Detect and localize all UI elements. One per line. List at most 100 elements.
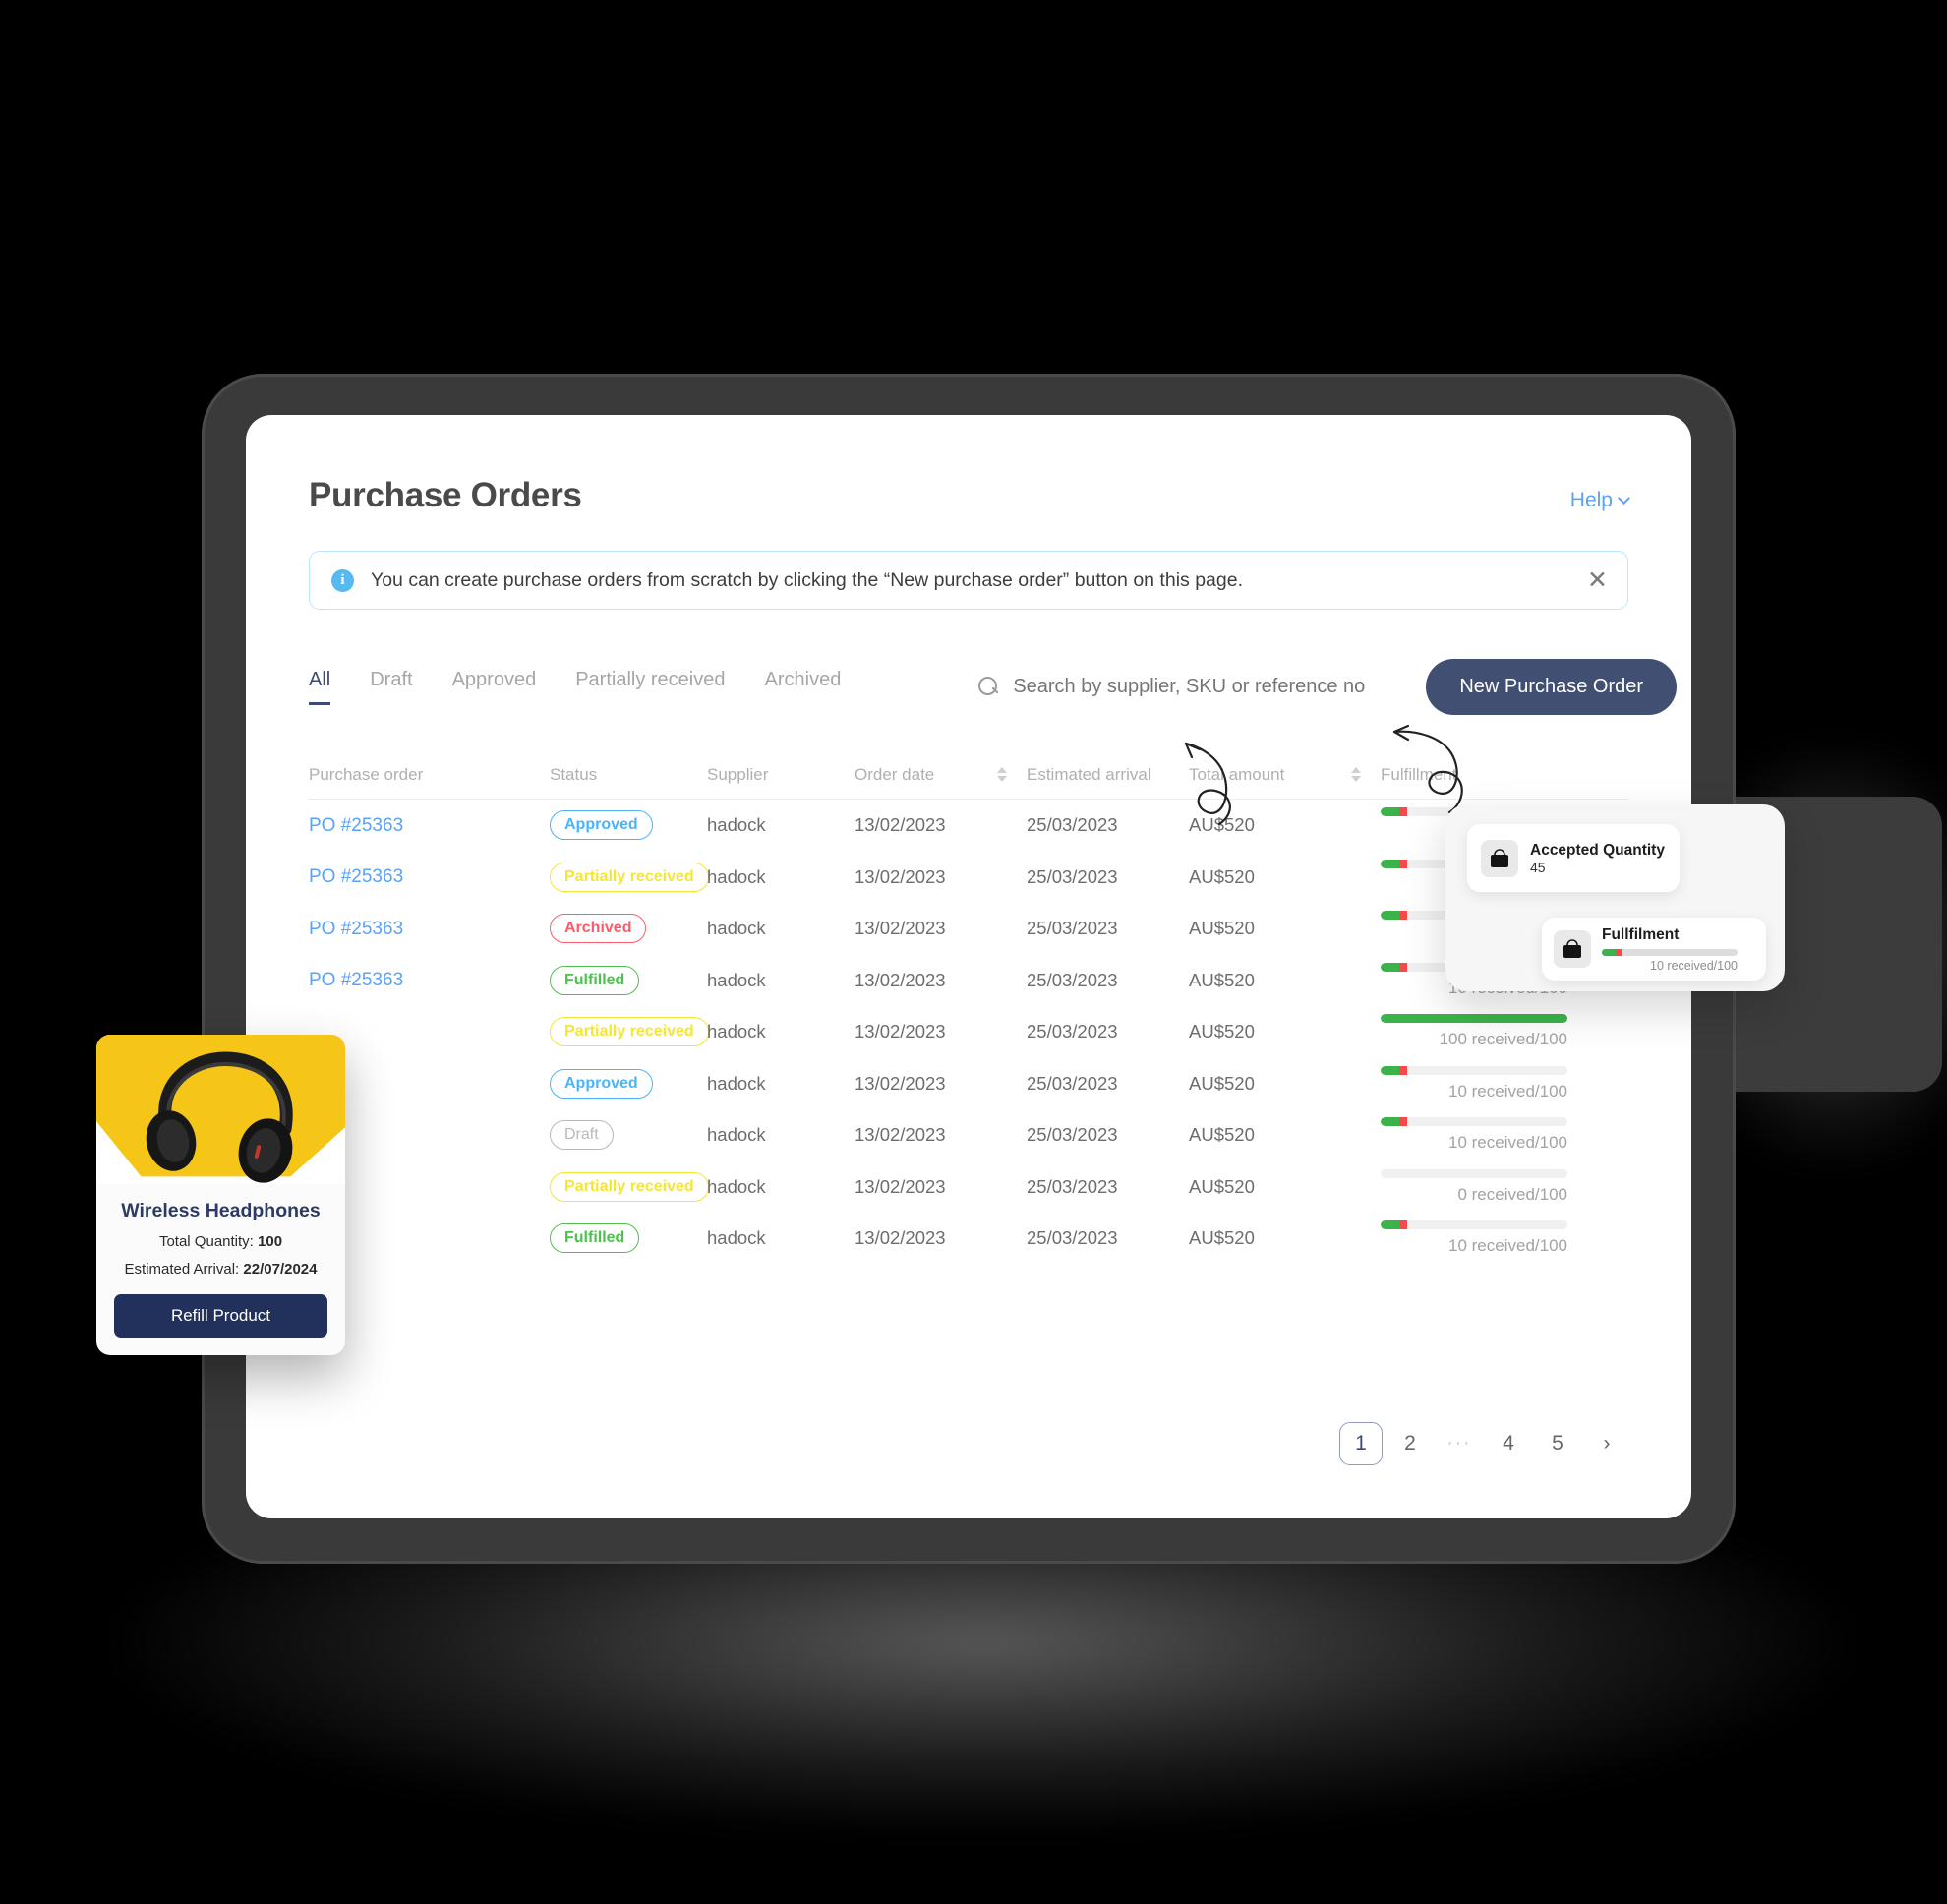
total-amount-cell: AU$520: [1189, 1124, 1255, 1146]
pagination: 1 2 ··· 4 5 ›: [1339, 1422, 1628, 1465]
column-header-estimated-arrival: Estimated arrival: [1027, 764, 1151, 784]
table-header-row: Purchase order Status Supplier Order dat…: [309, 750, 1628, 800]
supplier-cell: hadock: [707, 1227, 766, 1249]
pagination-page-4[interactable]: 4: [1487, 1422, 1530, 1465]
fulfillment-cell: 10 received/100: [1381, 1065, 1567, 1101]
refill-product-button[interactable]: Refill Product: [114, 1294, 327, 1338]
info-banner: i You can create purchase orders from sc…: [309, 551, 1628, 610]
purchase-orders-table: Purchase order Status Supplier Order dat…: [309, 750, 1628, 1265]
fulfillment-progress-bar: [1381, 1220, 1567, 1230]
table-row[interactable]: Fulfilled hadock 13/02/2023 25/03/2023 AU$52…: [309, 1213, 1628, 1265]
info-banner-text: You can create purchase orders from scra…: [371, 568, 1243, 591]
order-date-cell: 13/02/2023: [855, 969, 946, 990]
estimated-arrival-label: Estimated Arrival:: [124, 1261, 240, 1278]
pagination-next-icon[interactable]: ›: [1585, 1422, 1628, 1465]
help-label: Help: [1569, 489, 1613, 511]
order-date-cell: 13/02/2023: [855, 865, 946, 887]
search-box[interactable]: [978, 676, 1427, 698]
pagination-page-5[interactable]: 5: [1536, 1422, 1579, 1465]
sort-total-amount-button[interactable]: [1331, 767, 1381, 782]
estimated-arrival-cell: 25/03/2023: [1027, 814, 1118, 836]
toolbar: All Draft Approved Partially received Archiv…: [309, 659, 1678, 715]
pagination-page-1[interactable]: 1: [1339, 1422, 1383, 1465]
status-badge: Approved: [550, 810, 653, 841]
tab-draft[interactable]: Draft: [370, 669, 412, 702]
status-badge: Partially received: [550, 1171, 709, 1202]
status-badge: Partially received: [550, 1017, 709, 1047]
estimated-arrival-cell: 25/03/2023: [1027, 865, 1118, 887]
column-header-total-amount: Total amount: [1189, 764, 1285, 784]
new-purchase-order-button[interactable]: New Purchase Order: [1426, 659, 1678, 715]
table-row[interactable]: PO #25363 Fulfilled hadock 13/02/2023 25/03/…: [309, 955, 1628, 1007]
accepted-quantity-title: Accepted Quantity: [1530, 841, 1665, 859]
column-header-fulfillment: Fulfillment: [1381, 764, 1457, 784]
column-header-purchase-order: Purchase order: [309, 764, 424, 784]
supplier-cell: hadock: [707, 814, 766, 836]
table-row[interactable]: Partially received hadock 13/02/2023 25/03/…: [309, 1161, 1628, 1214]
sort-arrows-icon: [997, 767, 1007, 782]
order-date-cell: 13/02/2023: [855, 1021, 946, 1042]
purchase-order-link[interactable]: PO #25363: [309, 815, 403, 836]
table-row[interactable]: PO #25363 Approved hadock 13/02/2023 25/03/2…: [309, 800, 1628, 852]
table-row[interactable]: Draft hadock 13/02/2023 25/03/2023 AU$520 10 …: [309, 1109, 1628, 1161]
pagination-page-2[interactable]: 2: [1388, 1422, 1432, 1465]
total-amount-cell: AU$520: [1189, 814, 1255, 836]
supplier-cell: hadock: [707, 865, 766, 887]
close-icon[interactable]: ✕: [1587, 567, 1608, 593]
fulfillment-progress-bar: [1381, 1014, 1567, 1024]
fulfilment-progress-label: 10 received/100: [1650, 958, 1738, 973]
tab-approved[interactable]: Approved: [452, 669, 537, 702]
chevron-down-icon: [1618, 491, 1630, 505]
product-estimated-arrival: Estimated Arrival: 22/07/2024: [114, 1261, 327, 1278]
product-name: Wireless Headphones: [121, 1200, 321, 1221]
column-header-supplier: Supplier: [707, 764, 769, 784]
fulfillment-progress-bar: [1381, 1168, 1567, 1178]
help-link[interactable]: Help: [1569, 489, 1630, 512]
table-body: PO #25363 Approved hadock 13/02/2023 25/03/2…: [309, 800, 1628, 1265]
accepted-quantity-value: 45: [1530, 860, 1546, 876]
fulfillment-progress-bar: [1381, 1117, 1567, 1127]
table-row[interactable]: PO #25363 Partially received hadock 13/02/2…: [309, 852, 1628, 904]
tab-archived[interactable]: Archived: [765, 669, 842, 702]
tab-all[interactable]: All: [309, 669, 331, 705]
product-card-body: Wireless Headphones Total Quantity: 100 …: [96, 1184, 345, 1355]
supplier-cell: hadock: [707, 1021, 766, 1042]
fulfillment-cell: 100 received/100: [1381, 1014, 1567, 1049]
page-header: Purchase Orders Help: [309, 476, 1630, 515]
fulfillment-label: 10 received/100: [1448, 1236, 1567, 1256]
page-title: Purchase Orders: [309, 476, 582, 514]
product-total-quantity: Total Quantity: 100: [114, 1233, 327, 1250]
search-input[interactable]: [1013, 676, 1427, 698]
order-date-cell: 13/02/2023: [855, 918, 946, 939]
fulfillment-cell: 10 received/100: [1381, 1220, 1567, 1256]
product-refill-card: Wireless Headphones Total Quantity: 100 …: [96, 1035, 345, 1355]
handbag-icon: [1554, 930, 1591, 968]
purchase-order-link[interactable]: PO #25363: [309, 970, 403, 990]
order-date-cell: 13/02/2023: [855, 814, 946, 836]
table-row[interactable]: Approved hadock 13/02/2023 25/03/2023 AU$520…: [309, 1058, 1628, 1110]
status-badge: Archived: [550, 914, 647, 944]
search-icon: [978, 677, 999, 697]
order-date-cell: 13/02/2023: [855, 1227, 946, 1249]
sort-order-date-button[interactable]: [977, 767, 1027, 782]
fulfillment-progress-bar: [1381, 1065, 1567, 1075]
total-amount-cell: AU$520: [1189, 918, 1255, 939]
total-amount-cell: AU$520: [1189, 1072, 1255, 1094]
order-date-cell: 13/02/2023: [855, 1072, 946, 1094]
supplier-cell: hadock: [707, 1124, 766, 1146]
estimated-arrival-cell: 25/03/2023: [1027, 918, 1118, 939]
table-row[interactable]: PO #25363 Archived hadock 13/02/2023 25/03/2…: [309, 903, 1628, 955]
estimated-arrival-cell: 25/03/2023: [1027, 1124, 1118, 1146]
filter-tabs: All Draft Approved Partially received Archiv…: [309, 669, 841, 705]
estimated-arrival-cell: 25/03/2023: [1027, 969, 1118, 990]
purchase-order-link[interactable]: PO #25363: [309, 866, 403, 887]
column-header-status: Status: [550, 764, 598, 784]
column-header-order-date: Order date: [855, 764, 935, 784]
supplier-cell: hadock: [707, 969, 766, 990]
purchase-order-link[interactable]: PO #25363: [309, 919, 403, 939]
total-quantity-label: Total Quantity:: [158, 1233, 254, 1250]
sort-arrows-icon: [1351, 767, 1361, 782]
table-row[interactable]: Partially received hadock 13/02/2023 25/03/…: [309, 1006, 1628, 1058]
estimated-arrival-cell: 25/03/2023: [1027, 1227, 1118, 1249]
tab-partially-received[interactable]: Partially received: [575, 669, 725, 702]
